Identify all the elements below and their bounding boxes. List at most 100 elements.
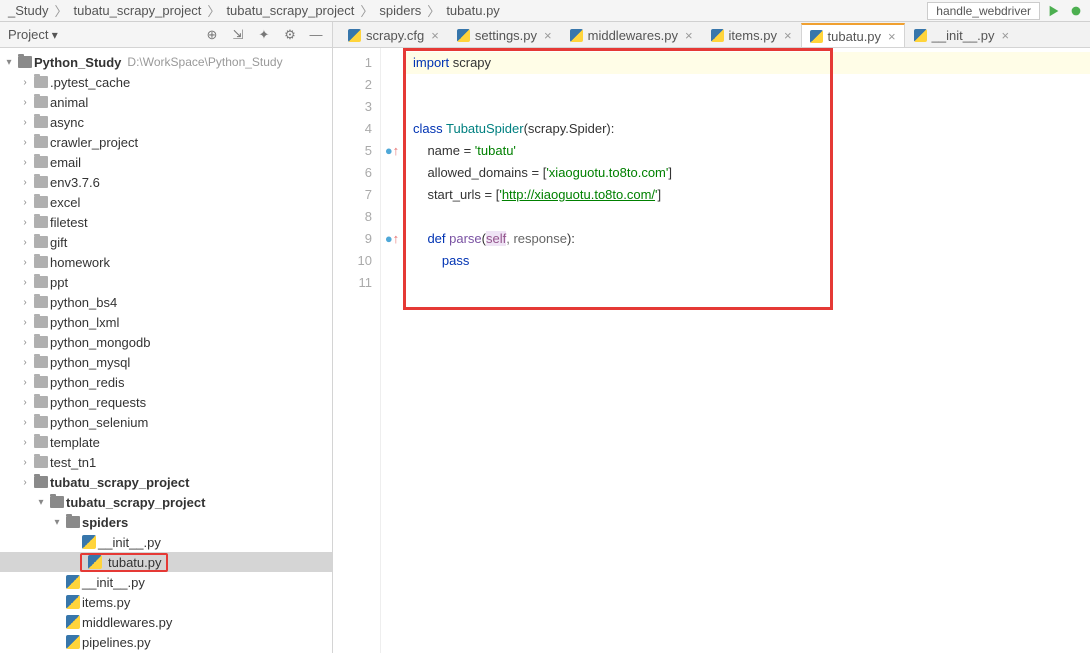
code-editor[interactable]: 1234567891011 ●↑●↑ import scrapy class T… (333, 48, 1090, 653)
chevron-icon[interactable]: › (18, 157, 32, 168)
chevron-icon[interactable]: › (18, 77, 32, 88)
code-line[interactable] (403, 272, 1090, 294)
tree-item[interactable]: items.py (0, 592, 332, 612)
tree-item[interactable]: ›gift (0, 232, 332, 252)
tree-item[interactable]: ▾tubatu_scrapy_project (0, 492, 332, 512)
close-icon[interactable]: × (431, 28, 439, 43)
chevron-icon[interactable]: › (18, 277, 32, 288)
folder-icon (34, 176, 48, 188)
chevron-icon[interactable]: › (18, 457, 32, 468)
crumb[interactable]: spiders (379, 3, 421, 18)
tree-root[interactable]: ▾ Python_Study D:\WorkSpace\Python_Study (0, 52, 332, 72)
tree-item[interactable]: ›.pytest_cache (0, 72, 332, 92)
chevron-icon[interactable]: ▾ (34, 497, 48, 508)
tree-item[interactable]: ▾spiders (0, 512, 332, 532)
code-line[interactable]: class TubatuSpider(scrapy.Spider): (403, 118, 1090, 140)
chevron-icon[interactable]: › (18, 437, 32, 448)
close-icon[interactable]: × (685, 28, 693, 43)
crumb[interactable]: tubatu_scrapy_project (226, 3, 354, 18)
tree-item[interactable]: middlewares.py (0, 612, 332, 632)
editor-tab[interactable]: items.py× (702, 23, 801, 47)
tree-item[interactable]: ›env3.7.6 (0, 172, 332, 192)
code-line[interactable] (403, 74, 1090, 96)
chevron-down-icon[interactable]: ▾ (2, 57, 16, 68)
debug-icon[interactable] (1068, 3, 1084, 19)
chevron-icon[interactable]: › (18, 137, 32, 148)
editor-tab[interactable]: middlewares.py× (561, 23, 702, 47)
tree-item[interactable]: ›animal (0, 92, 332, 112)
code-line[interactable]: def parse(self, response): (403, 228, 1090, 250)
tree-item[interactable]: ›email (0, 152, 332, 172)
chevron-icon[interactable]: › (18, 377, 32, 388)
chevron-icon[interactable]: ▾ (50, 517, 64, 528)
close-icon[interactable]: × (1002, 28, 1010, 43)
chevron-icon[interactable]: › (18, 237, 32, 248)
code-line[interactable]: pass (403, 250, 1090, 272)
code-line[interactable] (403, 206, 1090, 228)
chevron-icon[interactable]: › (18, 177, 32, 188)
tree-item[interactable]: ›tubatu_scrapy_project (0, 472, 332, 492)
tree-item[interactable]: ›python_redis (0, 372, 332, 392)
tree-item[interactable]: › filetest (0, 212, 332, 232)
close-icon[interactable]: × (888, 29, 896, 44)
folder-icon (66, 516, 80, 528)
tree-item[interactable]: ›async (0, 112, 332, 132)
project-tree[interactable]: ▾ Python_Study D:\WorkSpace\Python_Study… (0, 48, 332, 653)
tree-item[interactable]: __init__.py (0, 572, 332, 592)
tree-item[interactable]: ›homework (0, 252, 332, 272)
folder-icon (34, 256, 48, 268)
tree-item[interactable]: ›python_mysql (0, 352, 332, 372)
tree-label: items.py (82, 595, 130, 610)
python-file-icon (66, 595, 80, 609)
tree-item[interactable]: tubatu.py (0, 552, 332, 572)
code-line[interactable]: name = 'tubatu' (403, 140, 1090, 162)
run-icon[interactable] (1046, 3, 1062, 19)
code-content[interactable]: import scrapy class TubatuSpider(scrapy.… (403, 48, 1090, 653)
close-icon[interactable]: × (784, 28, 792, 43)
editor-tab[interactable]: settings.py× (448, 23, 561, 47)
editor-tab[interactable]: __init__.py× (905, 23, 1018, 47)
tree-item[interactable]: ›crawler_project (0, 132, 332, 152)
tree-item[interactable]: ›python_lxml (0, 312, 332, 332)
tree-label: filetest (50, 215, 88, 230)
chevron-icon[interactable]: › (18, 97, 32, 108)
tree-item[interactable]: ›python_mongodb (0, 332, 332, 352)
close-icon[interactable]: × (544, 28, 552, 43)
chevron-icon[interactable]: › (18, 417, 32, 428)
tree-item[interactable]: ›ppt (0, 272, 332, 292)
collapse-icon[interactable]: ⇲ (230, 27, 246, 43)
chevron-icon[interactable]: › (18, 117, 32, 128)
tree-item[interactable]: pipelines.py (0, 632, 332, 652)
folder-icon (34, 96, 48, 108)
chevron-icon[interactable]: › (18, 397, 32, 408)
crumb[interactable]: tubatu.py (446, 3, 500, 18)
chevron-icon[interactable]: › (18, 257, 32, 268)
run-config-selector[interactable]: handle_webdriver (927, 2, 1040, 20)
chevron-icon[interactable]: › (18, 477, 32, 488)
editor-tab[interactable]: tubatu.py× (801, 23, 905, 47)
expand-icon[interactable]: ✦ (256, 27, 272, 43)
chevron-icon[interactable]: › (18, 197, 32, 208)
chevron-icon[interactable]: › (18, 297, 32, 308)
tree-item[interactable]: ›excel (0, 192, 332, 212)
code-line[interactable]: allowed_domains = ['xiaoguotu.to8to.com'… (403, 162, 1090, 184)
tree-item[interactable]: ›python_bs4 (0, 292, 332, 312)
chevron-icon[interactable]: › (18, 317, 32, 328)
chevron-icon[interactable]: › (18, 217, 32, 228)
code-line[interactable]: start_urls = ['http://xiaoguotu.to8to.co… (403, 184, 1090, 206)
chevron-icon[interactable]: › (18, 357, 32, 368)
chevron-icon[interactable]: › (18, 337, 32, 348)
code-line[interactable] (403, 96, 1090, 118)
tree-item[interactable]: ›python_requests (0, 392, 332, 412)
locate-icon[interactable]: ⊕ (204, 27, 220, 43)
crumb[interactable]: _Study (8, 3, 48, 18)
code-line[interactable]: import scrapy (403, 52, 1090, 74)
tree-item[interactable]: ›template (0, 432, 332, 452)
crumb[interactable]: tubatu_scrapy_project (74, 3, 202, 18)
hide-icon[interactable]: — (308, 27, 324, 43)
editor-tab[interactable]: scrapy.cfg× (339, 23, 448, 47)
tree-item[interactable]: ›test_tn1 (0, 452, 332, 472)
tree-item[interactable]: ›python_selenium (0, 412, 332, 432)
tree-item[interactable]: __init__.py (0, 532, 332, 552)
settings-icon[interactable]: ⚙ (282, 27, 298, 43)
